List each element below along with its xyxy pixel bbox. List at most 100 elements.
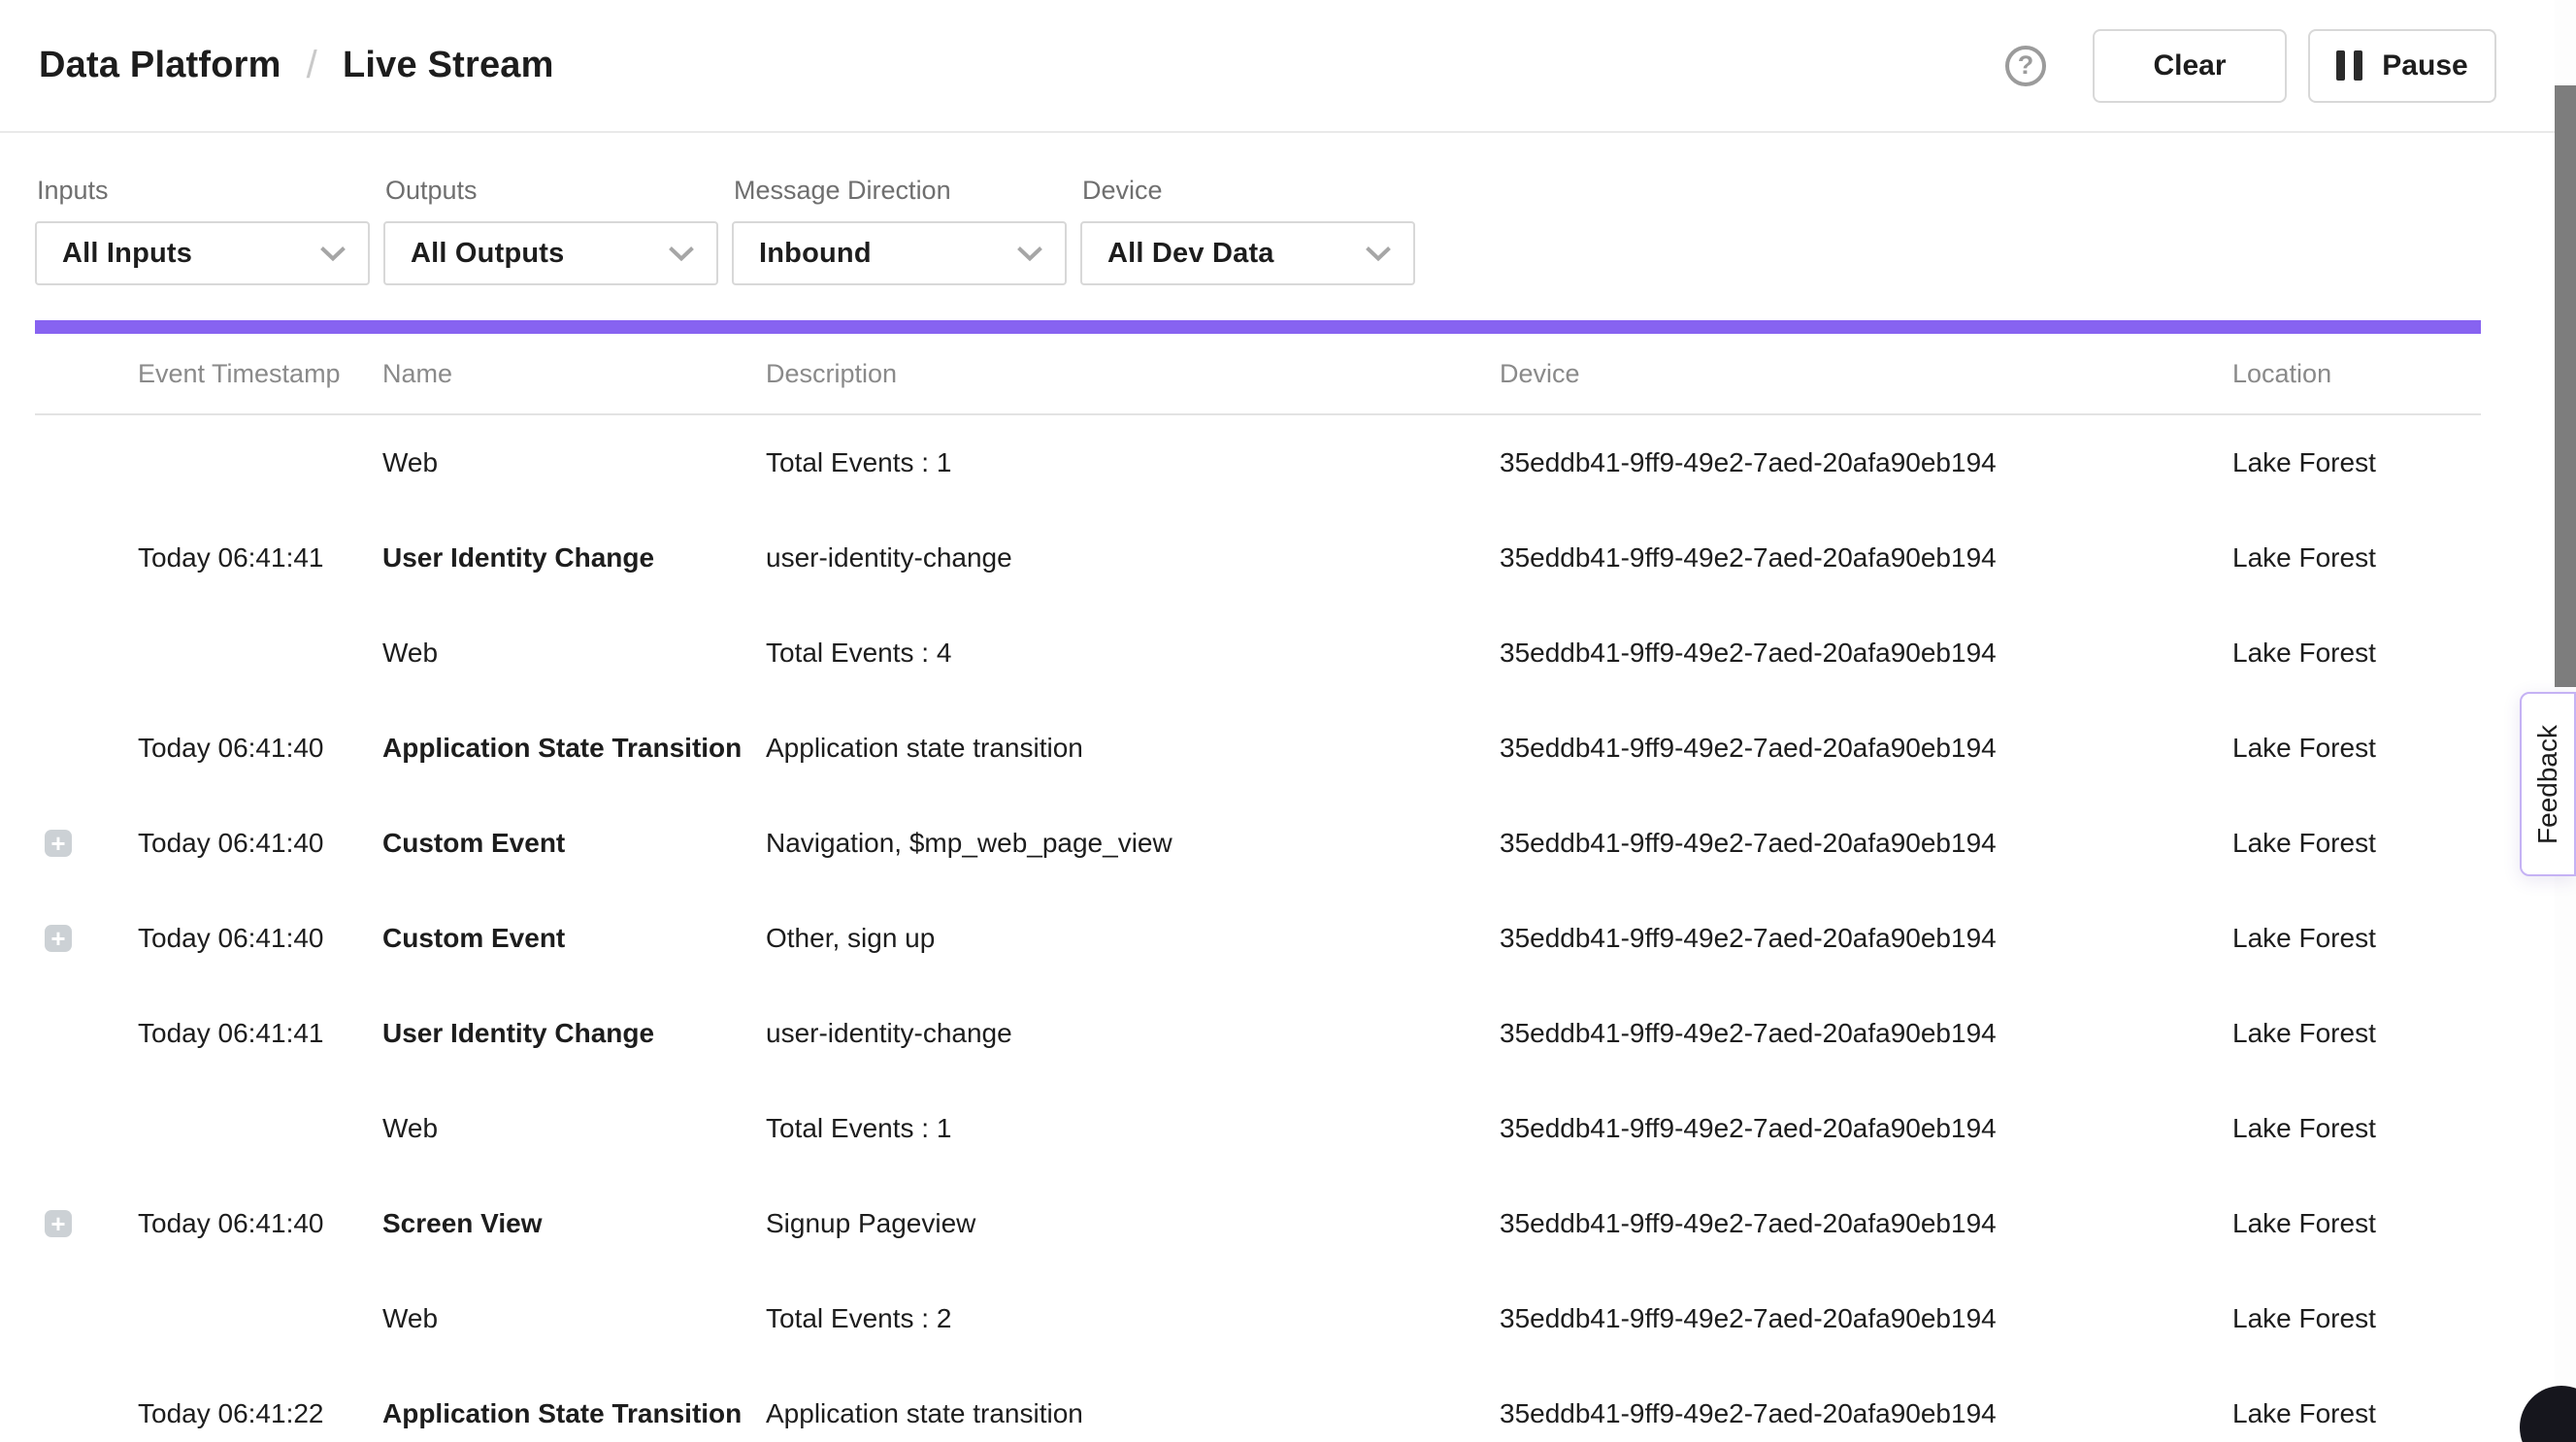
event-description: Total Events : 4 bbox=[766, 638, 1500, 669]
pause-button[interactable]: Pause bbox=[2308, 29, 2496, 103]
table-row[interactable]: + Today 06:41:40 Screen View Signup Page… bbox=[35, 1176, 2481, 1271]
column-header-event-timestamp: Event Timestamp bbox=[138, 359, 382, 389]
event-device: 35eddb41-9ff9-49e2-7aed-20afa90eb194 bbox=[1500, 638, 2232, 669]
event-location: Lake Forest bbox=[2232, 1208, 2481, 1239]
device-dropdown-value: All Dev Data bbox=[1107, 238, 1274, 270]
event-description: user-identity-change bbox=[766, 542, 1500, 574]
event-name: Custom Event bbox=[382, 923, 766, 954]
table-row[interactable]: + Web Total Events : 1 35eddb41-9ff9-49e… bbox=[35, 1081, 2481, 1176]
table-row[interactable]: + Web Total Events : 4 35eddb41-9ff9-49e… bbox=[35, 606, 2481, 701]
table-row[interactable]: + Today 06:41:40 Application State Trans… bbox=[35, 701, 2481, 796]
event-device: 35eddb41-9ff9-49e2-7aed-20afa90eb194 bbox=[1500, 447, 2232, 478]
event-device: 35eddb41-9ff9-49e2-7aed-20afa90eb194 bbox=[1500, 828, 2232, 859]
table-body: + Web Total Events : 1 35eddb41-9ff9-49e… bbox=[35, 415, 2481, 1442]
column-header-location: Location bbox=[2232, 359, 2481, 389]
event-timestamp: Today 06:41:40 bbox=[138, 828, 382, 859]
event-location: Lake Forest bbox=[2232, 1303, 2481, 1334]
event-device: 35eddb41-9ff9-49e2-7aed-20afa90eb194 bbox=[1500, 1208, 2232, 1239]
expand-icon[interactable]: + bbox=[45, 830, 72, 857]
column-header-name: Name bbox=[382, 359, 766, 389]
pause-label: Pause bbox=[2382, 49, 2467, 82]
pause-icon bbox=[2336, 50, 2362, 81]
event-name: Application State Transition bbox=[382, 733, 766, 764]
events-table: Event Timestamp Name Description Device … bbox=[35, 334, 2481, 1442]
event-timestamp: Today 06:41:40 bbox=[138, 733, 382, 764]
table-row[interactable]: + Today 06:41:40 Custom Event Navigation… bbox=[35, 796, 2481, 891]
filters-bar: Inputs All Inputs Outputs All Outputs Me… bbox=[0, 133, 2576, 285]
event-location: Lake Forest bbox=[2232, 828, 2481, 859]
device-dropdown[interactable]: All Dev Data bbox=[1080, 221, 1415, 285]
table-row[interactable]: + Today 06:41:40 Custom Event Other, sig… bbox=[35, 891, 2481, 986]
expand-cell: + bbox=[35, 639, 138, 667]
chevron-down-icon bbox=[319, 246, 347, 262]
event-location: Lake Forest bbox=[2232, 1398, 2481, 1429]
event-location: Lake Forest bbox=[2232, 733, 2481, 764]
event-device: 35eddb41-9ff9-49e2-7aed-20afa90eb194 bbox=[1500, 1018, 2232, 1049]
event-description: Application state transition bbox=[766, 1398, 1500, 1429]
event-location: Lake Forest bbox=[2232, 638, 2481, 669]
event-location: Lake Forest bbox=[2232, 1113, 2481, 1144]
feedback-label: Feedback bbox=[2532, 725, 2563, 844]
event-device: 35eddb41-9ff9-49e2-7aed-20afa90eb194 bbox=[1500, 733, 2232, 764]
filter-device: Device All Dev Data bbox=[1080, 176, 1415, 285]
event-device: 35eddb41-9ff9-49e2-7aed-20afa90eb194 bbox=[1500, 1303, 2232, 1334]
expand-cell: + bbox=[35, 1305, 138, 1332]
event-description: Total Events : 1 bbox=[766, 447, 1500, 478]
event-location: Lake Forest bbox=[2232, 1018, 2481, 1049]
table-row[interactable]: + Today 06:41:41 User Identity Change us… bbox=[35, 986, 2481, 1081]
event-device: 35eddb41-9ff9-49e2-7aed-20afa90eb194 bbox=[1500, 923, 2232, 954]
breadcrumb-live-stream: Live Stream bbox=[343, 45, 554, 86]
event-description: Total Events : 1 bbox=[766, 1113, 1500, 1144]
table-row[interactable]: + Web Total Events : 2 35eddb41-9ff9-49e… bbox=[35, 1271, 2481, 1366]
event-timestamp: Today 06:41:41 bbox=[138, 1018, 382, 1049]
event-description: Signup Pageview bbox=[766, 1208, 1500, 1239]
event-name: Web bbox=[382, 638, 766, 669]
feedback-tab[interactable]: Feedback bbox=[2520, 692, 2576, 876]
event-description: user-identity-change bbox=[766, 1018, 1500, 1049]
event-timestamp: Today 06:41:41 bbox=[138, 542, 382, 574]
event-description: Other, sign up bbox=[766, 923, 1500, 954]
breadcrumb-data-platform[interactable]: Data Platform bbox=[39, 45, 281, 86]
live-stream-accent-bar bbox=[35, 320, 2481, 334]
scrollbar-thumb[interactable] bbox=[2555, 85, 2576, 687]
clear-button[interactable]: Clear bbox=[2093, 29, 2287, 103]
event-name: User Identity Change bbox=[382, 1018, 766, 1049]
expand-cell: + bbox=[35, 1115, 138, 1142]
expand-cell: + bbox=[35, 735, 138, 762]
chevron-down-icon bbox=[1365, 246, 1392, 262]
message-direction-dropdown-value: Inbound bbox=[759, 238, 872, 270]
event-name: Web bbox=[382, 1303, 766, 1334]
table-row[interactable]: + Today 06:41:22 Application State Trans… bbox=[35, 1366, 2481, 1442]
filter-message-direction: Message Direction Inbound bbox=[732, 176, 1067, 285]
expand-icon[interactable]: + bbox=[45, 925, 72, 952]
event-name: Screen View bbox=[382, 1208, 766, 1239]
event-device: 35eddb41-9ff9-49e2-7aed-20afa90eb194 bbox=[1500, 1113, 2232, 1144]
filter-message-direction-label: Message Direction bbox=[732, 176, 1067, 206]
help-icon[interactable]: ? bbox=[2005, 46, 2046, 86]
event-name: Web bbox=[382, 1113, 766, 1144]
expand-cell: + bbox=[35, 1210, 138, 1237]
table-header-row: Event Timestamp Name Description Device … bbox=[35, 334, 2481, 415]
column-header-device: Device bbox=[1500, 359, 2232, 389]
message-direction-dropdown[interactable]: Inbound bbox=[732, 221, 1067, 285]
expand-cell: + bbox=[35, 449, 138, 476]
outputs-dropdown[interactable]: All Outputs bbox=[383, 221, 718, 285]
table-row[interactable]: + Web Total Events : 1 35eddb41-9ff9-49e… bbox=[35, 415, 2481, 510]
breadcrumb-separator: / bbox=[307, 44, 317, 87]
event-location: Lake Forest bbox=[2232, 923, 2481, 954]
breadcrumb: Data Platform / Live Stream bbox=[39, 44, 554, 87]
chat-bubble-icon[interactable] bbox=[2520, 1386, 2576, 1442]
event-name: User Identity Change bbox=[382, 542, 766, 574]
inputs-dropdown[interactable]: All Inputs bbox=[35, 221, 370, 285]
expand-icon[interactable]: + bbox=[45, 1210, 72, 1237]
event-location: Lake Forest bbox=[2232, 447, 2481, 478]
event-timestamp: Today 06:41:40 bbox=[138, 1208, 382, 1239]
inputs-dropdown-value: All Inputs bbox=[62, 238, 192, 270]
event-location: Lake Forest bbox=[2232, 542, 2481, 574]
header-actions: ? Clear Pause bbox=[2005, 29, 2496, 103]
expand-cell: + bbox=[35, 1400, 138, 1427]
table-row[interactable]: + Today 06:41:41 User Identity Change us… bbox=[35, 510, 2481, 606]
event-device: 35eddb41-9ff9-49e2-7aed-20afa90eb194 bbox=[1500, 1398, 2232, 1429]
filter-device-label: Device bbox=[1080, 176, 1415, 206]
event-device: 35eddb41-9ff9-49e2-7aed-20afa90eb194 bbox=[1500, 542, 2232, 574]
